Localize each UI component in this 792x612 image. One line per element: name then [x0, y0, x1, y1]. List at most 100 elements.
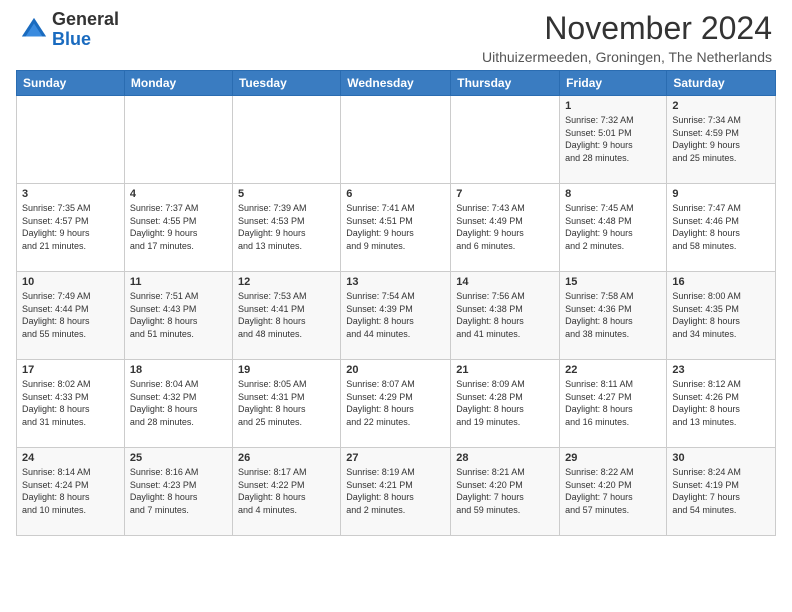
day-info-1-0: Sunrise: 7:35 AMSunset: 4:57 PMDaylight:…: [22, 202, 119, 252]
day-info-3-3: Sunrise: 8:07 AMSunset: 4:29 PMDaylight:…: [346, 378, 445, 428]
header-friday: Friday: [560, 71, 667, 96]
location: Uithuizermeeden, Groningen, The Netherla…: [482, 49, 772, 65]
title-section: November 2024 Uithuizermeeden, Groningen…: [482, 10, 772, 65]
day-info-4-1: Sunrise: 8:16 AMSunset: 4:23 PMDaylight:…: [130, 466, 227, 516]
day-num-4-3: 27: [346, 451, 445, 465]
day-info-1-3: Sunrise: 7:41 AMSunset: 4:51 PMDaylight:…: [346, 202, 445, 252]
cell-4-2: 26Sunrise: 8:17 AMSunset: 4:22 PMDayligh…: [232, 448, 340, 536]
day-num-3-5: 22: [565, 363, 661, 377]
month-title: November 2024: [482, 10, 772, 47]
day-num-2-3: 13: [346, 275, 445, 289]
day-info-0-6: Sunrise: 7:34 AMSunset: 4:59 PMDaylight:…: [672, 114, 770, 164]
cell-0-1: [124, 96, 232, 184]
day-info-4-5: Sunrise: 8:22 AMSunset: 4:20 PMDaylight:…: [565, 466, 661, 516]
day-num-3-4: 21: [456, 363, 554, 377]
day-info-4-2: Sunrise: 8:17 AMSunset: 4:22 PMDaylight:…: [238, 466, 335, 516]
day-info-3-5: Sunrise: 8:11 AMSunset: 4:27 PMDaylight:…: [565, 378, 661, 428]
day-info-2-4: Sunrise: 7:56 AMSunset: 4:38 PMDaylight:…: [456, 290, 554, 340]
day-num-3-1: 18: [130, 363, 227, 377]
cell-4-3: 27Sunrise: 8:19 AMSunset: 4:21 PMDayligh…: [341, 448, 451, 536]
day-info-3-1: Sunrise: 8:04 AMSunset: 4:32 PMDaylight:…: [130, 378, 227, 428]
day-info-4-4: Sunrise: 8:21 AMSunset: 4:20 PMDaylight:…: [456, 466, 554, 516]
day-info-3-2: Sunrise: 8:05 AMSunset: 4:31 PMDaylight:…: [238, 378, 335, 428]
header-sunday: Sunday: [17, 71, 125, 96]
day-num-0-6: 2: [672, 99, 770, 113]
cell-1-3: 6Sunrise: 7:41 AMSunset: 4:51 PMDaylight…: [341, 184, 451, 272]
cell-1-5: 8Sunrise: 7:45 AMSunset: 4:48 PMDaylight…: [560, 184, 667, 272]
day-num-2-4: 14: [456, 275, 554, 289]
logo-general-text: General: [52, 10, 119, 30]
day-info-0-5: Sunrise: 7:32 AMSunset: 5:01 PMDaylight:…: [565, 114, 661, 164]
week-row-1: 3Sunrise: 7:35 AMSunset: 4:57 PMDaylight…: [17, 184, 776, 272]
cell-4-4: 28Sunrise: 8:21 AMSunset: 4:20 PMDayligh…: [451, 448, 560, 536]
cell-0-3: [341, 96, 451, 184]
day-info-2-1: Sunrise: 7:51 AMSunset: 4:43 PMDaylight:…: [130, 290, 227, 340]
day-info-3-6: Sunrise: 8:12 AMSunset: 4:26 PMDaylight:…: [672, 378, 770, 428]
day-num-4-5: 29: [565, 451, 661, 465]
cell-4-0: 24Sunrise: 8:14 AMSunset: 4:24 PMDayligh…: [17, 448, 125, 536]
day-num-2-0: 10: [22, 275, 119, 289]
day-info-4-3: Sunrise: 8:19 AMSunset: 4:21 PMDaylight:…: [346, 466, 445, 516]
day-num-3-2: 19: [238, 363, 335, 377]
cell-0-4: [451, 96, 560, 184]
cell-3-4: 21Sunrise: 8:09 AMSunset: 4:28 PMDayligh…: [451, 360, 560, 448]
day-num-4-2: 26: [238, 451, 335, 465]
cell-2-2: 12Sunrise: 7:53 AMSunset: 4:41 PMDayligh…: [232, 272, 340, 360]
day-num-0-5: 1: [565, 99, 661, 113]
header-wednesday: Wednesday: [341, 71, 451, 96]
day-info-1-4: Sunrise: 7:43 AMSunset: 4:49 PMDaylight:…: [456, 202, 554, 252]
cell-1-1: 4Sunrise: 7:37 AMSunset: 4:55 PMDaylight…: [124, 184, 232, 272]
cell-0-6: 2Sunrise: 7:34 AMSunset: 4:59 PMDaylight…: [667, 96, 776, 184]
header-thursday: Thursday: [451, 71, 560, 96]
cell-2-1: 11Sunrise: 7:51 AMSunset: 4:43 PMDayligh…: [124, 272, 232, 360]
day-num-3-6: 23: [672, 363, 770, 377]
day-info-3-0: Sunrise: 8:02 AMSunset: 4:33 PMDaylight:…: [22, 378, 119, 428]
day-info-4-0: Sunrise: 8:14 AMSunset: 4:24 PMDaylight:…: [22, 466, 119, 516]
day-num-2-6: 16: [672, 275, 770, 289]
week-row-2: 10Sunrise: 7:49 AMSunset: 4:44 PMDayligh…: [17, 272, 776, 360]
cell-0-5: 1Sunrise: 7:32 AMSunset: 5:01 PMDaylight…: [560, 96, 667, 184]
header-row: Sunday Monday Tuesday Wednesday Thursday…: [17, 71, 776, 96]
header-saturday: Saturday: [667, 71, 776, 96]
day-info-4-6: Sunrise: 8:24 AMSunset: 4:19 PMDaylight:…: [672, 466, 770, 516]
header-monday: Monday: [124, 71, 232, 96]
logo: General Blue: [20, 10, 119, 50]
day-num-1-3: 6: [346, 187, 445, 201]
day-num-1-4: 7: [456, 187, 554, 201]
day-num-4-0: 24: [22, 451, 119, 465]
day-info-1-5: Sunrise: 7:45 AMSunset: 4:48 PMDaylight:…: [565, 202, 661, 252]
day-num-3-3: 20: [346, 363, 445, 377]
cell-2-3: 13Sunrise: 7:54 AMSunset: 4:39 PMDayligh…: [341, 272, 451, 360]
page-header: General Blue November 2024 Uithuizermeed…: [0, 0, 792, 70]
cell-4-1: 25Sunrise: 8:16 AMSunset: 4:23 PMDayligh…: [124, 448, 232, 536]
logo-icon: [20, 16, 48, 44]
week-row-3: 17Sunrise: 8:02 AMSunset: 4:33 PMDayligh…: [17, 360, 776, 448]
day-info-3-4: Sunrise: 8:09 AMSunset: 4:28 PMDaylight:…: [456, 378, 554, 428]
calendar-body: 1Sunrise: 7:32 AMSunset: 5:01 PMDaylight…: [17, 96, 776, 536]
day-info-2-6: Sunrise: 8:00 AMSunset: 4:35 PMDaylight:…: [672, 290, 770, 340]
cell-4-5: 29Sunrise: 8:22 AMSunset: 4:20 PMDayligh…: [560, 448, 667, 536]
day-info-2-0: Sunrise: 7:49 AMSunset: 4:44 PMDaylight:…: [22, 290, 119, 340]
day-num-2-2: 12: [238, 275, 335, 289]
day-num-2-1: 11: [130, 275, 227, 289]
cell-0-2: [232, 96, 340, 184]
logo-blue-text: Blue: [52, 30, 119, 50]
day-info-2-3: Sunrise: 7:54 AMSunset: 4:39 PMDaylight:…: [346, 290, 445, 340]
day-num-2-5: 15: [565, 275, 661, 289]
cell-4-6: 30Sunrise: 8:24 AMSunset: 4:19 PMDayligh…: [667, 448, 776, 536]
week-row-4: 24Sunrise: 8:14 AMSunset: 4:24 PMDayligh…: [17, 448, 776, 536]
calendar-wrapper: Sunday Monday Tuesday Wednesday Thursday…: [0, 70, 792, 544]
cell-1-4: 7Sunrise: 7:43 AMSunset: 4:49 PMDaylight…: [451, 184, 560, 272]
day-num-1-1: 4: [130, 187, 227, 201]
cell-2-5: 15Sunrise: 7:58 AMSunset: 4:36 PMDayligh…: [560, 272, 667, 360]
cell-1-0: 3Sunrise: 7:35 AMSunset: 4:57 PMDaylight…: [17, 184, 125, 272]
cell-1-2: 5Sunrise: 7:39 AMSunset: 4:53 PMDaylight…: [232, 184, 340, 272]
cell-3-5: 22Sunrise: 8:11 AMSunset: 4:27 PMDayligh…: [560, 360, 667, 448]
calendar-table: Sunday Monday Tuesday Wednesday Thursday…: [16, 70, 776, 536]
cell-3-1: 18Sunrise: 8:04 AMSunset: 4:32 PMDayligh…: [124, 360, 232, 448]
day-num-4-6: 30: [672, 451, 770, 465]
day-num-1-2: 5: [238, 187, 335, 201]
day-info-1-1: Sunrise: 7:37 AMSunset: 4:55 PMDaylight:…: [130, 202, 227, 252]
cell-3-0: 17Sunrise: 8:02 AMSunset: 4:33 PMDayligh…: [17, 360, 125, 448]
cell-3-2: 19Sunrise: 8:05 AMSunset: 4:31 PMDayligh…: [232, 360, 340, 448]
